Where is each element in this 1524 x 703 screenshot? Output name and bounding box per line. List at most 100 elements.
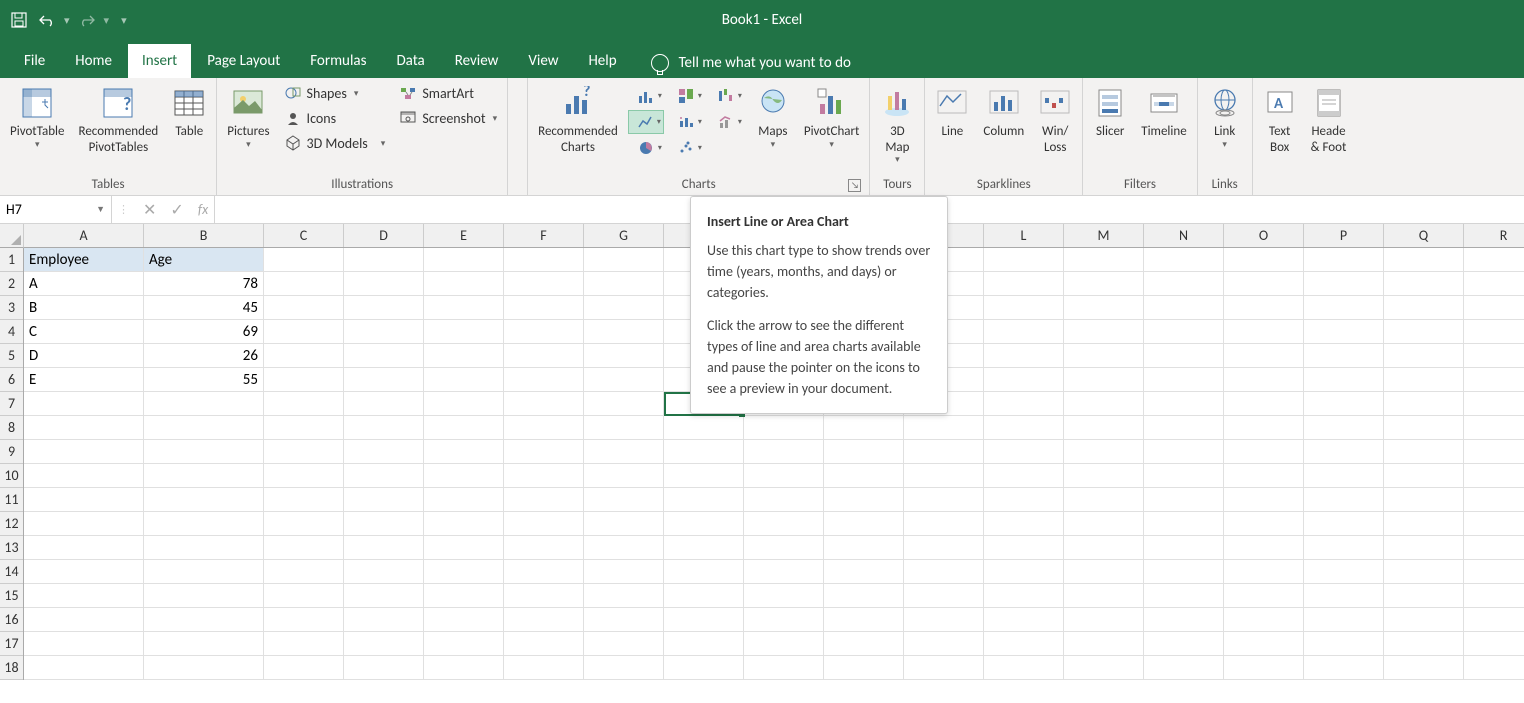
cell[interactable]: [1384, 344, 1464, 368]
cell[interactable]: [264, 440, 344, 464]
cell[interactable]: [504, 272, 584, 296]
cell[interactable]: [344, 584, 424, 608]
cell[interactable]: [1064, 248, 1144, 272]
cell[interactable]: [984, 608, 1064, 632]
row-header[interactable]: 7: [0, 392, 23, 416]
cell[interactable]: [504, 608, 584, 632]
textbox-button[interactable]: A Text Box: [1259, 82, 1301, 157]
cell[interactable]: [1384, 656, 1464, 680]
cell[interactable]: [1304, 440, 1384, 464]
cell[interactable]: [1224, 464, 1304, 488]
cell[interactable]: [904, 584, 984, 608]
cell[interactable]: [264, 416, 344, 440]
recommended-pivottables-button[interactable]: ? Recommended PivotTables: [75, 82, 163, 157]
cell[interactable]: [1144, 368, 1224, 392]
cell[interactable]: [1064, 656, 1144, 680]
cell[interactable]: [424, 368, 504, 392]
cell[interactable]: [1064, 488, 1144, 512]
cell[interactable]: [424, 416, 504, 440]
cell[interactable]: [264, 464, 344, 488]
cell[interactable]: [664, 464, 744, 488]
cell[interactable]: [584, 272, 664, 296]
cell[interactable]: [664, 488, 744, 512]
sparkline-winloss-button[interactable]: Win/ Loss: [1034, 82, 1076, 157]
cell[interactable]: [264, 488, 344, 512]
cell[interactable]: [1304, 296, 1384, 320]
cell[interactable]: [1384, 560, 1464, 584]
cell[interactable]: [1224, 632, 1304, 656]
cell[interactable]: [24, 560, 144, 584]
cell[interactable]: [1384, 272, 1464, 296]
cell[interactable]: [1224, 608, 1304, 632]
column-header[interactable]: N: [1144, 224, 1224, 247]
cell[interactable]: [1464, 536, 1524, 560]
timeline-button[interactable]: Timeline: [1137, 82, 1190, 142]
cell[interactable]: [264, 272, 344, 296]
tab-data[interactable]: Data: [382, 44, 438, 78]
cell[interactable]: [264, 656, 344, 680]
cell[interactable]: [424, 464, 504, 488]
cell[interactable]: [984, 416, 1064, 440]
cell[interactable]: [1304, 392, 1384, 416]
cell[interactable]: [664, 416, 744, 440]
hierarchy-chart-button[interactable]: ▾: [668, 84, 704, 108]
sparkline-column-button[interactable]: Column: [979, 82, 1028, 142]
cell[interactable]: [584, 560, 664, 584]
cell[interactable]: [504, 632, 584, 656]
cell[interactable]: [344, 560, 424, 584]
cell[interactable]: [1304, 536, 1384, 560]
cell[interactable]: [1464, 560, 1524, 584]
cell[interactable]: [1304, 464, 1384, 488]
cell[interactable]: [1144, 560, 1224, 584]
cell[interactable]: [824, 632, 904, 656]
cell[interactable]: [584, 416, 664, 440]
cell[interactable]: [1064, 512, 1144, 536]
cell[interactable]: [344, 536, 424, 560]
cell[interactable]: [744, 632, 824, 656]
cell[interactable]: [1304, 584, 1384, 608]
cell[interactable]: [264, 608, 344, 632]
cell[interactable]: 26: [144, 344, 264, 368]
cell[interactable]: [1064, 560, 1144, 584]
cell[interactable]: [1304, 608, 1384, 632]
cell[interactable]: 45: [144, 296, 264, 320]
cell[interactable]: [144, 536, 264, 560]
row-header[interactable]: 16: [0, 608, 23, 632]
column-header[interactable]: E: [424, 224, 504, 247]
table-button[interactable]: Table: [168, 82, 210, 142]
cell[interactable]: [664, 656, 744, 680]
cell[interactable]: [1144, 464, 1224, 488]
cell[interactable]: [824, 440, 904, 464]
cell[interactable]: [584, 440, 664, 464]
cell[interactable]: [1464, 584, 1524, 608]
cell[interactable]: [1224, 560, 1304, 584]
cell[interactable]: [1064, 368, 1144, 392]
cell[interactable]: [1384, 440, 1464, 464]
cell[interactable]: [824, 488, 904, 512]
cell[interactable]: [984, 464, 1064, 488]
cell[interactable]: [664, 512, 744, 536]
cell[interactable]: [264, 248, 344, 272]
header-footer-button[interactable]: Heade & Foot: [1307, 82, 1351, 157]
cell[interactable]: [1384, 368, 1464, 392]
cell[interactable]: [424, 344, 504, 368]
cell[interactable]: [584, 584, 664, 608]
cell[interactable]: [1144, 632, 1224, 656]
redo-button[interactable]: [76, 9, 98, 31]
cell[interactable]: [904, 632, 984, 656]
cell[interactable]: [1144, 344, 1224, 368]
cell[interactable]: [744, 488, 824, 512]
cell[interactable]: 78: [144, 272, 264, 296]
column-header[interactable]: O: [1224, 224, 1304, 247]
cell[interactable]: [1064, 632, 1144, 656]
cell[interactable]: [424, 584, 504, 608]
column-header[interactable]: R: [1464, 224, 1524, 247]
cell[interactable]: [144, 656, 264, 680]
cell[interactable]: [984, 344, 1064, 368]
row-header[interactable]: 1: [0, 248, 23, 272]
cell[interactable]: [1304, 344, 1384, 368]
cell[interactable]: [1384, 416, 1464, 440]
cell[interactable]: [584, 248, 664, 272]
cell[interactable]: [984, 296, 1064, 320]
tab-review[interactable]: Review: [441, 44, 513, 78]
